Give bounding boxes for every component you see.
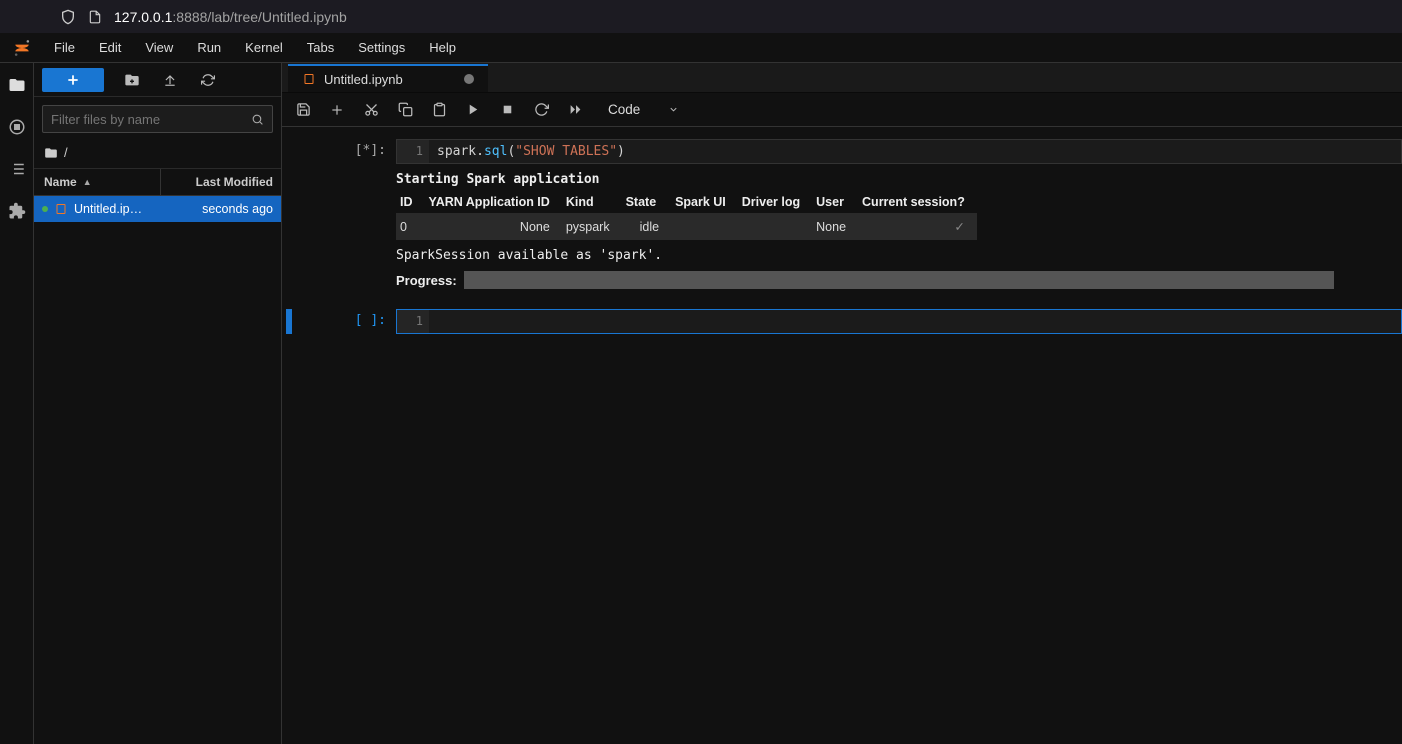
file-modified: seconds ago [161,202,281,216]
cut-icon[interactable] [362,101,380,119]
cell-active[interactable]: [ ]: 1 [282,307,1402,336]
cell-prompt: [*]: [332,139,396,297]
main-area: Untitled.ipynb Code [282,63,1402,744]
cell-executed[interactable]: [*]: 1 spark.sql("SHOW TABLES") Starting… [282,137,1402,299]
file-filter [34,97,281,141]
search-icon [251,113,264,126]
col-modified[interactable]: Last Modified [161,169,281,195]
col-name[interactable]: Name ▲ [34,169,161,195]
sort-asc-icon: ▲ [83,177,92,187]
code-source[interactable]: spark.sql("SHOW TABLES") [429,140,1401,163]
activity-bar [0,63,34,744]
menu-kernel[interactable]: Kernel [233,36,295,59]
refresh-icon[interactable] [198,70,218,90]
tab-notebook[interactable]: Untitled.ipynb [288,64,488,92]
code-source[interactable] [429,310,1401,333]
check-icon: ✓ [858,213,977,240]
restart-icon[interactable] [532,101,550,119]
stop-icon[interactable] [498,101,516,119]
cell-type-value: Code [608,102,640,117]
menu-tabs[interactable]: Tabs [295,36,346,59]
line-number: 1 [397,140,429,163]
file-name: Untitled.ip… [74,202,142,216]
menu-edit[interactable]: Edit [87,36,133,59]
run-icon[interactable] [464,101,482,119]
progress-bar [464,271,1334,289]
upload-icon[interactable] [160,70,180,90]
menu-run[interactable]: Run [185,36,233,59]
add-cell-icon[interactable] [328,101,346,119]
kernel-activity-dot [42,206,48,212]
shield-icon [60,9,76,25]
file-row[interactable]: Untitled.ip… seconds ago [34,196,281,222]
cell-type-select[interactable]: Code [608,102,679,117]
page-icon [88,10,102,24]
extensions-icon[interactable] [7,201,27,221]
browser-url-bar: 127.0.0.1:8888/lab/tree/Untitled.ipynb [0,0,1402,33]
tab-bar: Untitled.ipynb [282,63,1402,93]
new-folder-icon[interactable] [122,70,142,90]
tab-label: Untitled.ipynb [324,72,403,87]
breadcrumb[interactable]: / [34,141,281,169]
file-browser-toolbar [34,63,281,97]
cell-prompt: [ ]: [332,309,396,334]
file-list-header: Name ▲ Last Modified [34,169,281,196]
output-starting: Starting Spark application [396,172,1402,187]
menu-settings[interactable]: Settings [346,36,417,59]
notebook[interactable]: [*]: 1 spark.sql("SHOW TABLES") Starting… [282,127,1402,744]
run-all-icon[interactable] [566,101,584,119]
line-number: 1 [397,310,429,333]
copy-icon[interactable] [396,101,414,119]
progress-row: Progress: [396,271,1402,289]
file-browser: / Name ▲ Last Modified Untitled.ip… seco… [34,63,282,744]
spark-app-table: ID YARN Application ID Kind State Spark … [396,191,977,240]
folder-icon[interactable] [7,75,27,95]
toc-icon[interactable] [7,159,27,179]
file-filter-input[interactable] [51,112,244,127]
session-line: SparkSession available as 'spark'. [396,248,1402,263]
notebook-toolbar: Code [282,93,1402,127]
url-host: 127.0.0.1 [114,9,172,25]
progress-label: Progress: [396,273,456,288]
running-icon[interactable] [7,117,27,137]
unsaved-indicator-icon [464,74,474,84]
table-row: 0 None pyspark idle None ✓ [396,213,977,240]
notebook-icon [302,72,316,86]
code-editor[interactable]: 1 [396,309,1402,334]
cell-output: Starting Spark application ID YARN Appli… [396,164,1402,297]
chevron-down-icon [668,104,679,115]
save-icon[interactable] [294,101,312,119]
menu-view[interactable]: View [133,36,185,59]
menubar: File Edit View Run Kernel Tabs Settings … [0,33,1402,63]
url-path: :8888/lab/tree/Untitled.ipynb [172,9,346,25]
jupyter-logo-icon [8,34,36,62]
jupyterlab-app: File Edit View Run Kernel Tabs Settings … [0,33,1402,744]
new-launcher-button[interactable] [42,68,104,92]
menu-file[interactable]: File [42,36,87,59]
menu-help[interactable]: Help [417,36,468,59]
url-text[interactable]: 127.0.0.1:8888/lab/tree/Untitled.ipynb [114,9,347,25]
paste-icon[interactable] [430,101,448,119]
code-editor[interactable]: 1 spark.sql("SHOW TABLES") [396,139,1402,164]
notebook-icon [54,202,68,216]
breadcrumb-root: / [64,145,68,160]
